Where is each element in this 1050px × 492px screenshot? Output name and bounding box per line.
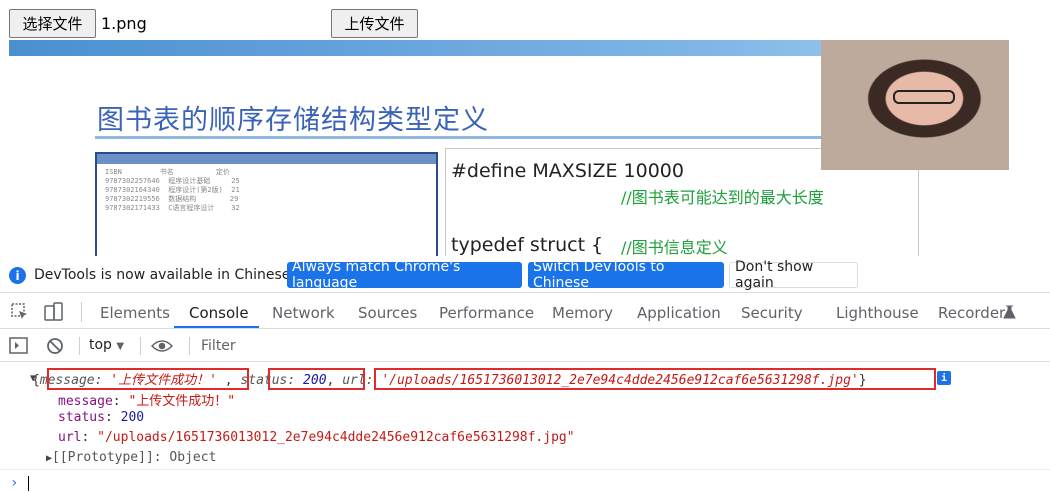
chevron-down-icon: ▼ [116, 341, 125, 352]
slide-code-comment: //图书表可能达到的最大长度 [621, 188, 824, 207]
prop-url: url: "/uploads/1651736013012_2e7e94c4dde… [58, 430, 575, 445]
tab-network[interactable]: Network [272, 304, 335, 322]
toolbar-separator [79, 337, 80, 355]
presenter-webcam-image [821, 40, 1009, 170]
choose-file-button[interactable]: 选择文件 [9, 9, 96, 38]
tab-sources[interactable]: Sources [358, 304, 417, 322]
clear-console-icon[interactable] [46, 337, 64, 359]
devtools-tab-bar: Elements Console Network Sources Perform… [0, 292, 1050, 329]
live-expression-eye-icon[interactable] [150, 338, 174, 357]
devtools-language-banner: i DevTools is now available in Chinese! … [0, 259, 1050, 291]
tab-security[interactable]: Security [741, 304, 803, 322]
tab-separator [81, 302, 82, 322]
tab-application[interactable]: Application [637, 304, 721, 322]
always-match-language-button[interactable]: Always match Chrome's language [287, 259, 522, 291]
console-filter-input[interactable]: Filter [201, 338, 236, 354]
info-icon: i [9, 267, 26, 284]
prop-prototype[interactable]: ▶[[Prototype]]: Object [46, 450, 216, 470]
slide-code-define: #define MAXSIZE 10000 [451, 160, 684, 182]
highlight-box-status [268, 368, 365, 390]
prompt-divider [0, 469, 1050, 470]
upload-form: 选择文件 1.png 上传文件 [0, 0, 1050, 40]
recorder-flask-icon [1003, 304, 1016, 323]
highlight-box-message [47, 368, 249, 390]
glasses-shape [893, 90, 955, 104]
tab-recorder[interactable]: Recorder [938, 304, 1005, 322]
console-prompt-chevron-icon: › [10, 475, 19, 491]
prop-message: message: "上传文件成功！" [58, 394, 236, 409]
device-toolbar-icon[interactable] [44, 302, 64, 326]
tab-elements[interactable]: Elements [100, 304, 170, 322]
dont-show-again-button[interactable]: Don't show again [729, 259, 858, 291]
banner-message: DevTools is now available in Chinese! [34, 267, 296, 283]
console-toolbar: top ▼ Filter [0, 330, 1050, 362]
inspect-element-icon[interactable] [11, 303, 29, 325]
show-sidebar-icon[interactable] [9, 337, 28, 358]
slide-screenshot-thumbnail: ISBN 书名 定价 9787302257646 程序设计基础 25 97873… [95, 152, 438, 256]
upload-button[interactable]: 上传文件 [331, 9, 418, 38]
highlight-box-url [374, 368, 936, 390]
prop-status: status: 200 [58, 410, 145, 425]
slide-divider [95, 136, 935, 139]
toolbar-separator [140, 337, 141, 355]
console-input-caret[interactable] [28, 476, 29, 491]
console-output: ▼ {message: '上传文件成功！' , status: 200, url… [0, 362, 1050, 492]
tab-console[interactable]: Console [189, 304, 249, 322]
switch-to-chinese-button[interactable]: Switch DevTools to Chinese [528, 259, 724, 291]
tab-lighthouse[interactable]: Lighthouse [836, 304, 919, 322]
selected-file-name: 1.png [101, 14, 147, 33]
info-badge-icon[interactable]: i [937, 371, 951, 385]
slide-code-comment-2: //图书信息定义 [621, 238, 728, 256]
tab-memory[interactable]: Memory [552, 304, 613, 322]
slide-title: 图书表的顺序存储结构类型定义 [97, 105, 489, 136]
active-tab-indicator [174, 326, 259, 328]
toolbar-separator [189, 337, 190, 355]
slide-code-typedef: typedef struct { [451, 234, 604, 256]
uploaded-image-preview: 图书表的顺序存储结构类型定义 ISBN 书名 定价 9787302257646 … [9, 40, 1009, 256]
tab-performance[interactable]: Performance [439, 304, 534, 322]
context-selector[interactable]: top ▼ [89, 337, 124, 353]
